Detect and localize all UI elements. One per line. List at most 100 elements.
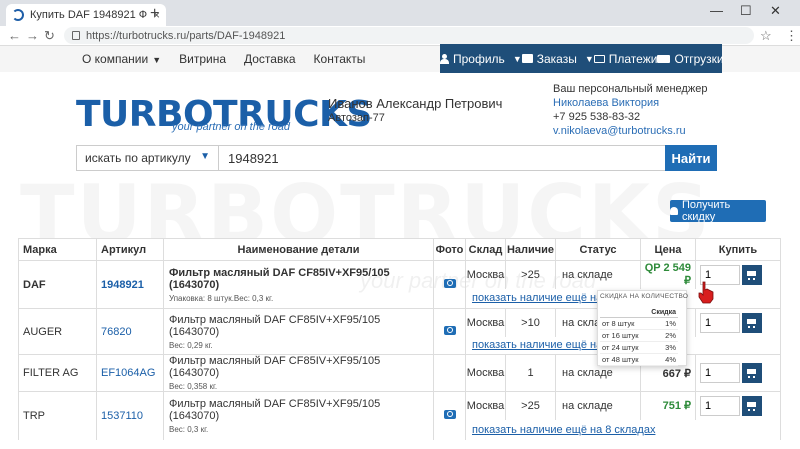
- search-button[interactable]: Найти: [665, 145, 717, 171]
- cell-price: 751 ₽: [640, 391, 696, 420]
- cell-warehouse: Москва: [465, 354, 506, 392]
- search-mode-select[interactable]: искать по артикулу ▼: [77, 146, 219, 170]
- manager-phone: +7 925 538-83-32: [553, 111, 641, 123]
- cell-article: EF1064AG: [96, 354, 164, 392]
- camera-icon[interactable]: [443, 325, 456, 335]
- add-to-cart-icon[interactable]: [742, 395, 762, 416]
- browser-tab[interactable]: Купить DAF 1948921 Фильтр ма ×: [6, 4, 166, 26]
- reload-icon[interactable]: ↻: [44, 28, 55, 44]
- cell-name: Фильтр масляный DAF CF85IV+XF95/105 (164…: [163, 260, 434, 309]
- discount-row: от 8 штук 1%: [600, 317, 678, 330]
- bookmark-star-icon[interactable]: ☆: [760, 28, 772, 44]
- logo-tagline: your partner on the road: [172, 121, 291, 133]
- part-meta: Вес: 0,29 кг.: [169, 340, 213, 350]
- col-warehouse: Склад: [465, 238, 506, 261]
- nav-profile[interactable]: Профиль ▼: [440, 52, 522, 66]
- cell-warehouse: Москва: [465, 391, 506, 420]
- nav-orders[interactable]: Заказы ▼: [521, 52, 594, 66]
- add-to-cart-icon[interactable]: [742, 264, 762, 285]
- url-input[interactable]: https://turbotrucks.ru/parts/DAF-1948921: [64, 27, 754, 44]
- cell-warehouse: Москва: [465, 308, 506, 337]
- quantity-input[interactable]: [700, 312, 740, 333]
- cell-photo: [433, 260, 466, 309]
- client-name: Иванов Александр Петрович: [328, 96, 503, 111]
- cell-more: показать наличие ещё на 8 складах: [465, 419, 781, 440]
- part-name: Фильтр масляный DAF CF85IV+XF95/105 (164…: [169, 397, 381, 422]
- article-link[interactable]: 1537110: [101, 410, 143, 422]
- camera-icon[interactable]: [443, 278, 456, 288]
- minimize-icon[interactable]: —: [710, 3, 723, 18]
- cell-status: на складе: [555, 391, 641, 420]
- article-link[interactable]: 1948921: [101, 279, 144, 291]
- new-tab-button[interactable]: +: [150, 5, 159, 23]
- orders-icon: [521, 54, 533, 63]
- account-nav: Профиль ▼ Заказы ▼ Платежи Отгрузки: [440, 44, 724, 73]
- cell-article: 76820: [96, 308, 164, 355]
- add-to-cart-icon[interactable]: [742, 363, 762, 383]
- cell-name: Фильтр масляный DAF CF85IV+XF95/105 (164…: [163, 391, 434, 440]
- nav-payments[interactable]: Платежи: [593, 52, 657, 66]
- forward-icon[interactable]: →: [26, 28, 39, 43]
- cell-brand: TRP: [18, 391, 97, 440]
- cell-price: QP 2 549 ₽: [640, 260, 696, 289]
- table-row: DAF 1948921 Фильтр масляный DAF CF85IV+X…: [18, 260, 781, 309]
- cell-article: 1537110: [96, 391, 164, 440]
- quantity-input[interactable]: [700, 395, 740, 416]
- cell-brand: DAF: [18, 260, 97, 309]
- camera-icon[interactable]: [443, 409, 456, 419]
- article-link[interactable]: 76820: [101, 326, 132, 338]
- nav-contacts[interactable]: Контакты: [314, 52, 366, 66]
- add-to-cart-icon[interactable]: [742, 312, 762, 333]
- search-input[interactable]: [220, 146, 664, 170]
- cell-photo: [433, 308, 466, 355]
- truck-icon: [657, 54, 671, 63]
- manager-name-link[interactable]: Николаева Виктория: [553, 97, 659, 109]
- chevron-down-icon: ▼: [200, 151, 210, 162]
- article-link[interactable]: EF1064AG: [101, 367, 155, 379]
- search-bar: искать по артикулу ▼ Найти: [76, 145, 717, 171]
- cell-photo: [433, 354, 466, 392]
- url-text: https://turbotrucks.ru/parts/DAF-1948921: [86, 29, 286, 42]
- nav-showcase[interactable]: Витрина: [179, 52, 226, 66]
- chevron-down-icon: ▼: [152, 55, 162, 65]
- cell-name: Фильтр масляный DAF CF85IV+XF95/105 (164…: [163, 308, 434, 355]
- search-mode-value: искать по артикулу: [85, 151, 191, 165]
- nav-about[interactable]: О компании ▼: [82, 52, 161, 66]
- quantity-discount-popup: СКИДКА НА КОЛИЧЕСТВО Скидка от 8 штук 1% …: [597, 290, 688, 366]
- client-company: Автозап-77: [328, 112, 385, 124]
- cell-stock: 1: [505, 354, 556, 392]
- discount-row: от 48 штук 4%: [600, 353, 678, 366]
- address-bar: ← → ↻ https://turbotrucks.ru/parts/DAF-1…: [0, 26, 800, 46]
- maximize-icon[interactable]: ☐: [740, 3, 752, 19]
- back-icon[interactable]: ←: [8, 28, 21, 43]
- table-row: TRP 1537110 Фильтр масляный DAF CF85IV+X…: [18, 391, 781, 440]
- col-price: Цена: [640, 238, 696, 261]
- get-discount-button[interactable]: Получить скидку: [670, 199, 766, 223]
- part-name: Фильтр масляный DAF CF85IV+XF95/105 (164…: [169, 355, 381, 379]
- col-name: Наименование детали: [163, 238, 434, 261]
- part-name: Фильтр масляный DAF CF85IV+XF95/105 (164…: [169, 313, 381, 338]
- nav-delivery[interactable]: Доставка: [244, 52, 296, 66]
- col-stock: Наличие: [505, 238, 556, 261]
- manager-email-link[interactable]: v.nikolaeva@turbotrucks.ru: [553, 125, 686, 137]
- show-more-warehouses-link[interactable]: показать наличие ещё на 1: [466, 339, 611, 351]
- part-meta: Вес: 0,358 кг.: [169, 382, 218, 391]
- pointer-hand-icon: [698, 281, 714, 304]
- col-article: Артикул: [96, 238, 164, 261]
- lock-icon: [72, 31, 80, 40]
- cell-stock: >25: [505, 260, 556, 289]
- col-brand: Марка: [18, 238, 97, 261]
- quantity-input[interactable]: [700, 363, 740, 383]
- tab-title: Купить DAF 1948921 Фильтр ма: [30, 9, 147, 21]
- cell-brand: FILTER AG: [18, 354, 97, 392]
- chevron-down-icon: ▼: [512, 53, 522, 64]
- browser-menu-icon[interactable]: ⋮: [785, 28, 798, 44]
- cell-name: Фильтр масляный DAF CF85IV+XF95/105 (164…: [163, 354, 434, 392]
- nav-shipments[interactable]: Отгрузки: [657, 52, 724, 66]
- credit-card-icon: [593, 54, 605, 63]
- part-meta: Вес: 0,3 кг.: [169, 424, 209, 434]
- show-more-warehouses-link[interactable]: показать наличие ещё на 8 складах: [466, 424, 655, 436]
- discount-row: от 16 штук 2%: [600, 329, 678, 342]
- close-window-icon[interactable]: ✕: [770, 3, 781, 19]
- col-buy: Купить: [695, 238, 781, 261]
